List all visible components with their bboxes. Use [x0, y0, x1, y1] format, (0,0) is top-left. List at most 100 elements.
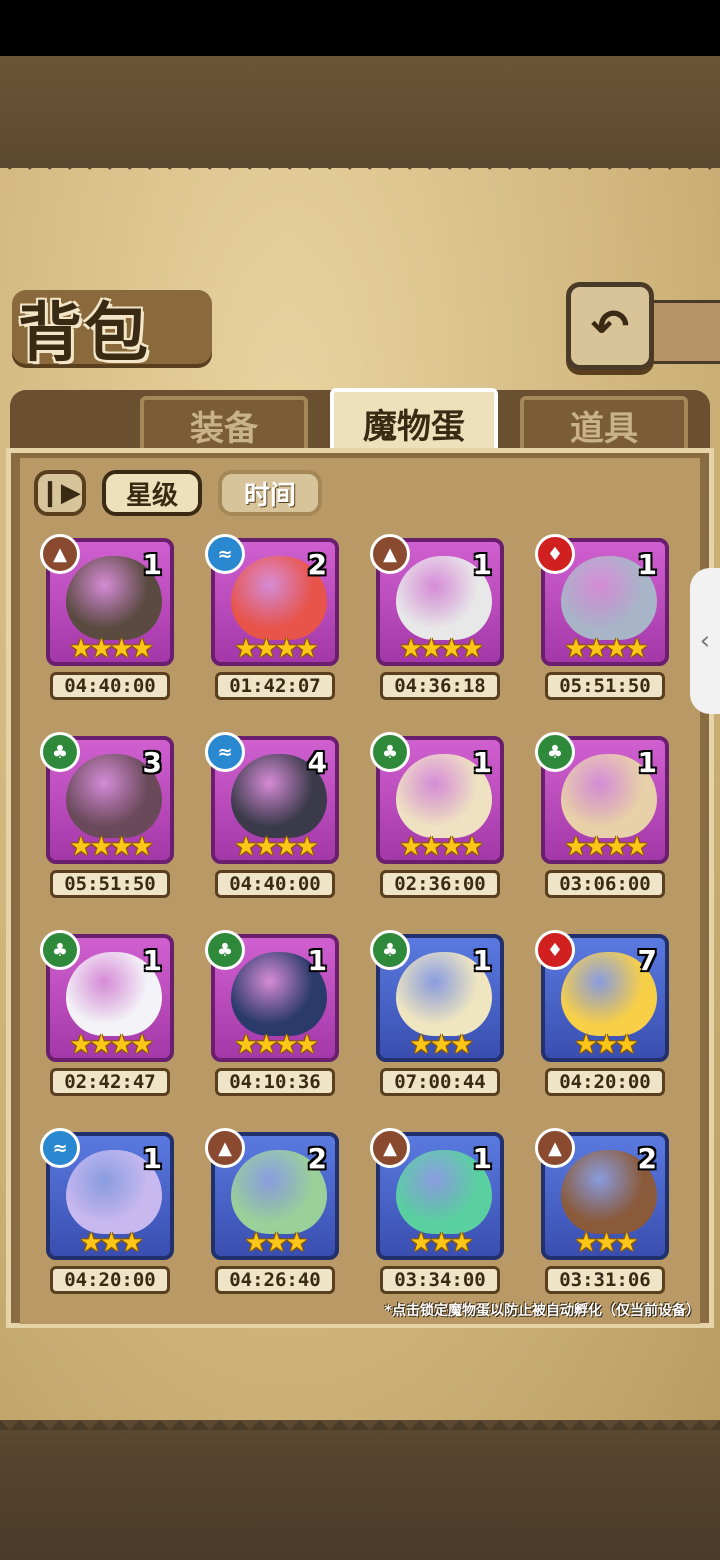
egg-count: 2	[307, 1142, 327, 1175]
hatch-timer: 02:42:47	[50, 1068, 170, 1096]
back-button[interactable]: ↶	[566, 282, 654, 370]
star-icon: ★	[419, 634, 443, 664]
star-icon: ★	[69, 634, 92, 664]
fire-element-icon: ♦	[535, 534, 575, 574]
star-icon: ★	[275, 832, 298, 862]
egg-slot[interactable]: 1 ♦ ★★★★ 05:51:50	[535, 534, 675, 704]
star-icon: ★	[564, 634, 587, 664]
star-rating: ★★★★	[370, 634, 510, 664]
star-icon: ★	[605, 832, 628, 862]
star-icon: ★	[450, 1030, 473, 1060]
egg-slot[interactable]: 4 ≈ ★★★★ 04:40:00	[205, 732, 345, 902]
egg-slot[interactable]: 1 ♣ ★★★★ 03:06:00	[535, 732, 675, 902]
star-icon: ★	[429, 1030, 453, 1060]
star-rating: ★★★	[535, 1030, 675, 1060]
star-icon: ★	[409, 1228, 433, 1258]
star-icon: ★	[594, 1228, 618, 1258]
hatch-timer: 04:20:00	[50, 1266, 170, 1294]
egg-slot[interactable]: 1 ≈ ★★★ 04:20:00	[40, 1128, 180, 1298]
hatch-timer: 05:51:50	[50, 870, 170, 898]
star-icon: ★	[234, 1030, 257, 1060]
hatch-timer: 03:31:06	[545, 1266, 665, 1294]
star-icon: ★	[295, 832, 318, 862]
water-element-icon: ≈	[205, 732, 245, 772]
star-rating: ★★★	[535, 1228, 675, 1258]
hatch-timer: 01:42:07	[215, 672, 335, 700]
egg-slot[interactable]: 7 ♦ ★★★ 04:20:00	[535, 930, 675, 1100]
earth-element-icon: ▲	[40, 534, 80, 574]
star-icon: ★	[399, 832, 422, 862]
leaf-element-icon: ♣	[370, 930, 410, 970]
star-icon: ★	[254, 1030, 278, 1060]
star-icon: ★	[615, 1030, 638, 1060]
leaf-element-icon: ♣	[535, 732, 575, 772]
egg-slot[interactable]: 2 ▲ ★★★ 04:26:40	[205, 1128, 345, 1298]
hatch-timer: 04:26:40	[215, 1266, 335, 1294]
egg-count: 1	[637, 548, 657, 581]
tab-items[interactable]: 道具	[520, 396, 688, 454]
star-icon: ★	[440, 832, 463, 862]
egg-slot[interactable]: 3 ♣ ★★★★ 05:51:50	[40, 732, 180, 902]
pause-sort-icon: ❙▶	[39, 478, 81, 508]
hatch-timer: 04:40:00	[50, 672, 170, 700]
egg-count: 1	[142, 548, 162, 581]
egg-count: 3	[142, 746, 162, 779]
star-icon: ★	[89, 634, 113, 664]
star-rating: ★★★★	[205, 634, 345, 664]
star-rating: ★★★	[370, 1030, 510, 1060]
star-icon: ★	[110, 832, 133, 862]
star-icon: ★	[69, 832, 92, 862]
star-icon: ★	[254, 832, 278, 862]
star-icon: ★	[89, 1030, 113, 1060]
star-icon: ★	[574, 1030, 598, 1060]
earth-element-icon: ▲	[535, 1128, 575, 1168]
sort-by-time-button[interactable]: 时间	[218, 470, 322, 516]
star-icon: ★	[244, 1228, 268, 1258]
footnote: *点击锁定魔物蛋以防止被自动孵化（仅当前设备）	[384, 1303, 700, 1319]
egg-slot[interactable]: 1 ▲ ★★★★ 04:36:18	[370, 534, 510, 704]
egg-slot[interactable]: 1 ▲ ★★★★ 04:40:00	[40, 534, 180, 704]
water-element-icon: ≈	[205, 534, 245, 574]
hatch-timer: 04:36:18	[380, 672, 500, 700]
star-icon: ★	[234, 832, 257, 862]
egg-slot[interactable]: 2 ≈ ★★★★ 01:42:07	[205, 534, 345, 704]
sort-by-star-button[interactable]: 星级	[102, 470, 202, 516]
star-icon: ★	[409, 1030, 433, 1060]
star-rating: ★★★★	[40, 1030, 180, 1060]
sort-order-button[interactable]: ❙▶	[34, 470, 86, 516]
star-icon: ★	[110, 634, 133, 664]
earth-element-icon: ▲	[205, 1128, 245, 1168]
star-icon: ★	[275, 634, 298, 664]
hatch-timer: 04:20:00	[545, 1068, 665, 1096]
egg-slot[interactable]: 1 ▲ ★★★ 03:34:00	[370, 1128, 510, 1298]
star-icon: ★	[254, 634, 278, 664]
egg-slot[interactable]: 1 ♣ ★★★★ 02:42:47	[40, 930, 180, 1100]
star-icon: ★	[460, 832, 483, 862]
star-icon: ★	[584, 832, 608, 862]
egg-count: 1	[637, 746, 657, 779]
egg-slot[interactable]: 1 ♣ ★★★★ 02:36:00	[370, 732, 510, 902]
star-icon: ★	[625, 634, 648, 664]
star-icon: ★	[399, 634, 422, 664]
star-icon: ★	[605, 634, 628, 664]
egg-slot[interactable]: 1 ♣ ★★★★ 04:10:36	[205, 930, 345, 1100]
star-icon: ★	[110, 1030, 133, 1060]
map-background-top	[0, 56, 720, 176]
star-icon: ★	[130, 634, 153, 664]
star-icon: ★	[295, 634, 318, 664]
egg-slot[interactable]: 1 ♣ ★★★ 07:00:44	[370, 930, 510, 1100]
parchment-edge-top	[0, 160, 720, 180]
egg-slot[interactable]: 2 ▲ ★★★ 03:31:06	[535, 1128, 675, 1298]
star-icon: ★	[625, 832, 648, 862]
star-rating: ★★★★	[205, 1030, 345, 1060]
side-drawer-handle[interactable]: ‹	[690, 568, 720, 714]
star-icon: ★	[69, 1030, 92, 1060]
hatch-timer: 04:10:36	[215, 1068, 335, 1096]
egg-count: 1	[472, 548, 492, 581]
star-rating: ★★★	[40, 1228, 180, 1258]
tab-equipment[interactable]: 装备	[140, 396, 308, 454]
back-arrow-icon: ↶	[590, 299, 630, 353]
fire-element-icon: ♦	[535, 930, 575, 970]
status-bar	[0, 0, 720, 56]
chevron-left-icon: ‹	[699, 626, 711, 656]
